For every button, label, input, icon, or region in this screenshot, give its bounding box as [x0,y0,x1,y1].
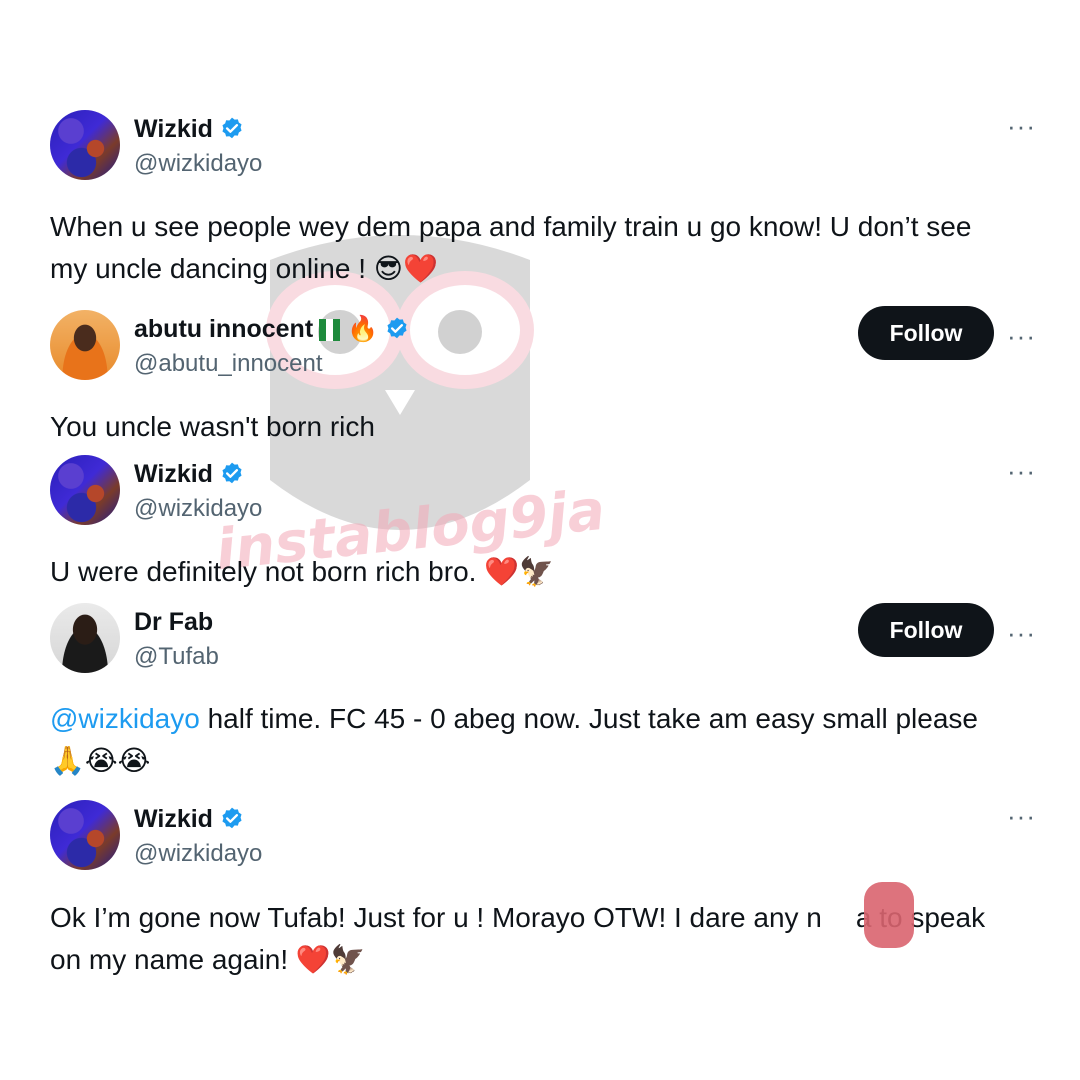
display-name-text: Wizkid [134,805,213,833]
display-name[interactable]: Wizkid [134,114,245,144]
more-options-icon[interactable]: ··· [1007,323,1036,349]
handle[interactable]: @Tufab [134,643,219,671]
follow-button[interactable]: Follow [858,603,994,657]
verified-badge-icon [222,117,242,139]
nigeria-flag-icon [319,318,341,341]
display-name-text: Dr Fab [134,608,214,636]
display-name[interactable]: abutu innocent 🔥 [134,314,410,344]
mention-link[interactable]: @wizkidayo [50,703,200,734]
display-name-text: abutu innocent [134,315,314,343]
follow-button[interactable]: Follow [858,306,994,360]
redaction-mark [864,882,914,948]
avatar[interactable] [50,110,120,180]
tweet-text-body: U were definitely not born rich bro. [50,556,477,587]
avatar[interactable] [50,310,120,380]
tweet-emojis: 😎❤️ [373,252,438,285]
tweet-text-body: You uncle wasn't born rich [50,411,375,442]
avatar[interactable] [50,455,120,525]
handle[interactable]: @wizkidayo [134,840,262,868]
more-options-icon[interactable]: ··· [1007,113,1036,139]
handle[interactable]: @wizkidayo [134,495,262,523]
verified-badge-icon [222,807,242,829]
tweet-emojis: 🙏😭😭 [50,744,151,777]
handle[interactable]: @abutu_innocent [134,350,323,378]
tweet-text: @wizkidayo half time. FC 45 - 0 abeg now… [50,698,1010,782]
tweet-text-body: Ok I’m gone now Tufab! Just for u ! Mora… [50,902,822,933]
tweet-emojis: ❤️🦅 [295,943,366,976]
more-options-icon[interactable]: ··· [1007,458,1036,484]
display-name-text: Wizkid [134,460,213,488]
more-options-icon[interactable]: ··· [1007,620,1036,646]
display-name[interactable]: Wizkid [134,804,245,834]
tweet-text: When u see people wey dem papa and famil… [50,206,1010,290]
avatar[interactable] [50,800,120,870]
tweet-text: U were definitely not born rich bro. ❤️🦅 [50,551,1010,593]
verified-badge-icon [387,317,407,339]
handle[interactable]: @wizkidayo [134,150,262,178]
more-options-icon[interactable]: ··· [1007,803,1036,829]
display-name[interactable]: Wizkid [134,459,245,489]
tweet-text-body: When u see people wey dem papa and famil… [50,211,972,284]
display-name[interactable]: Dr Fab [134,607,213,637]
display-name-text: Wizkid [134,115,213,143]
avatar[interactable] [50,603,120,673]
fire-icon: 🔥 [347,314,379,343]
tweet-text: You uncle wasn't born rich [50,406,1010,448]
verified-badge-icon [222,462,242,484]
tweet-emojis: ❤️🦅 [484,555,554,588]
tweet-text-body: half time. FC 45 - 0 abeg now. Just take… [207,703,978,734]
